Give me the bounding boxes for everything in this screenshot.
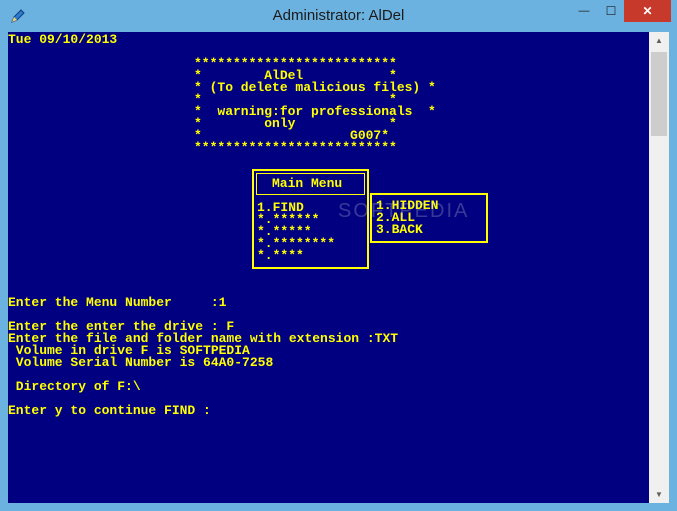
maximize-icon: ☐ [605, 4, 617, 18]
submenu-item-back[interactable]: 3.BACK [376, 223, 423, 236]
console-window: Administrator: AlDel — ☐ ✕ Tue 09/10/201… [0, 0, 677, 511]
vertical-scrollbar[interactable]: ▲ ▼ [649, 32, 669, 503]
maximize-button[interactable]: ☐ [598, 0, 624, 22]
main-menu-title: Main Menu [272, 176, 343, 191]
scroll-down-icon[interactable]: ▼ [649, 486, 669, 503]
close-button[interactable]: ✕ [624, 0, 671, 22]
menu-item[interactable]: *.**** [257, 249, 304, 262]
output-line: Enter the Menu Number :1 [8, 295, 227, 310]
date-line: Tue 09/10/2013 [8, 32, 118, 47]
minimize-button[interactable]: — [570, 0, 598, 22]
prompt-line: Enter y to continue FIND : [8, 403, 211, 418]
scroll-thumb[interactable] [651, 52, 667, 136]
close-icon: ✕ [642, 4, 653, 18]
console-area[interactable]: Tue 09/10/2013 *************************… [8, 32, 649, 503]
title-bar[interactable]: Administrator: AlDel — ☐ ✕ [0, 0, 677, 32]
minimize-icon: — [578, 5, 590, 17]
output-line: Directory of F:\ [8, 379, 141, 394]
output-line: Volume Serial Number is 64A0-7258 [8, 355, 274, 370]
watermark: SOFTPEDIA [338, 200, 470, 222]
scroll-up-icon[interactable]: ▲ [649, 32, 669, 49]
banner-line: ************************** [194, 140, 397, 155]
